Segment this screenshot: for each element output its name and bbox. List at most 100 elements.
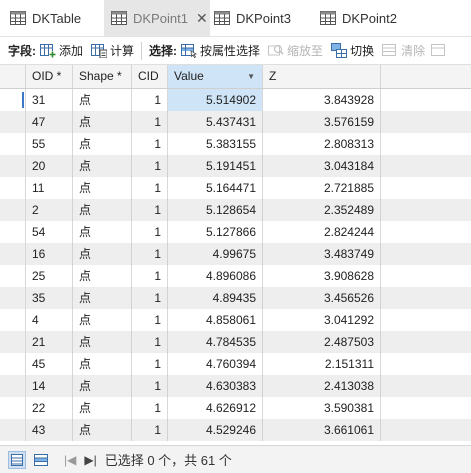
column-header-z[interactable]: Z — [263, 65, 381, 88]
cell-z[interactable]: 3.576159 — [263, 111, 381, 133]
cell-shape[interactable]: 点 — [73, 375, 132, 397]
cell-shape[interactable]: 点 — [73, 155, 132, 177]
cell-cid[interactable]: 1 — [132, 419, 168, 441]
select-by-attributes-button[interactable]: 按属性选择 — [181, 42, 260, 59]
cell-value[interactable]: 4.858061 — [168, 309, 263, 331]
cell-oid[interactable]: 22 — [26, 397, 73, 419]
table-row[interactable]: 25 点 1 4.896086 3.908628 — [0, 265, 471, 287]
cell-cid[interactable]: 1 — [132, 155, 168, 177]
table-row[interactable]: 55 点 1 5.383155 2.808313 — [0, 133, 471, 155]
cell-cid[interactable]: 1 — [132, 287, 168, 309]
cell-shape[interactable]: 点 — [73, 221, 132, 243]
cell-oid[interactable]: 31 — [26, 89, 73, 111]
cell-z[interactable]: 2.824244 — [263, 221, 381, 243]
cell-value[interactable]: 4.896086 — [168, 265, 263, 287]
cell-shape[interactable]: 点 — [73, 309, 132, 331]
table-row[interactable]: 45 点 1 4.760394 2.151311 — [0, 353, 471, 375]
cell-z[interactable]: 3.590381 — [263, 397, 381, 419]
cell-z[interactable]: 2.151311 — [263, 353, 381, 375]
row-selector[interactable] — [0, 243, 26, 265]
column-header-shape[interactable]: Shape * — [73, 65, 132, 88]
column-header-cid[interactable]: CID — [132, 65, 168, 88]
cell-cid[interactable]: 1 — [132, 177, 168, 199]
row-selector[interactable] — [0, 89, 26, 111]
cell-z[interactable]: 2.808313 — [263, 133, 381, 155]
cell-cid[interactable]: 1 — [132, 331, 168, 353]
cell-oid[interactable]: 21 — [26, 331, 73, 353]
cell-cid[interactable]: 1 — [132, 243, 168, 265]
cell-value[interactable]: 4.89435 — [168, 287, 263, 309]
table-row[interactable]: 47 点 1 5.437431 3.576159 — [0, 111, 471, 133]
table-row[interactable]: 21 点 1 4.784535 2.487503 — [0, 331, 471, 353]
cell-oid[interactable]: 20 — [26, 155, 73, 177]
cell-value[interactable]: 4.99675 — [168, 243, 263, 265]
cell-oid[interactable]: 11 — [26, 177, 73, 199]
cell-oid[interactable]: 14 — [26, 375, 73, 397]
cell-z[interactable]: 2.487503 — [263, 331, 381, 353]
tab-dkpoint3[interactable]: DKPoint3 — [214, 0, 291, 36]
cell-cid[interactable]: 1 — [132, 111, 168, 133]
tab-dkpoint2[interactable]: DKPoint2 — [320, 0, 397, 36]
show-selected-records-icon[interactable] — [32, 451, 50, 469]
cell-shape[interactable]: 点 — [73, 89, 132, 111]
cell-cid[interactable]: 1 — [132, 353, 168, 375]
cell-value[interactable]: 5.191451 — [168, 155, 263, 177]
cell-oid[interactable]: 47 — [26, 111, 73, 133]
cell-shape[interactable]: 点 — [73, 353, 132, 375]
cell-cid[interactable]: 1 — [132, 265, 168, 287]
cell-z[interactable]: 3.483749 — [263, 243, 381, 265]
cell-shape[interactable]: 点 — [73, 243, 132, 265]
cell-shape[interactable]: 点 — [73, 265, 132, 287]
row-selector[interactable] — [0, 331, 26, 353]
switch-selection-button[interactable]: 切换 — [331, 42, 374, 59]
row-selector[interactable] — [0, 353, 26, 375]
cell-z[interactable]: 2.721885 — [263, 177, 381, 199]
row-selector[interactable] — [0, 199, 26, 221]
table-row[interactable]: 31 点 1 5.514902 3.843928 — [0, 89, 471, 111]
tab-dkpoint1[interactable]: DKPoint1 ✕ — [104, 0, 210, 36]
show-all-records-icon[interactable] — [8, 450, 26, 469]
close-icon[interactable]: ✕ — [196, 10, 208, 27]
cell-oid[interactable]: 55 — [26, 133, 73, 155]
cell-cid[interactable]: 1 — [132, 89, 168, 111]
table-row[interactable]: 54 点 1 5.127866 2.824244 — [0, 221, 471, 243]
cell-oid[interactable]: 25 — [26, 265, 73, 287]
cell-oid[interactable]: 43 — [26, 419, 73, 441]
cell-cid[interactable]: 1 — [132, 133, 168, 155]
first-record-icon[interactable]: |◀ — [64, 453, 76, 467]
row-selector[interactable] — [0, 221, 26, 243]
table-row[interactable]: 2 点 1 5.128654 2.352489 — [0, 199, 471, 221]
row-selector[interactable] — [0, 111, 26, 133]
cell-cid[interactable]: 1 — [132, 309, 168, 331]
row-selector[interactable] — [0, 419, 26, 441]
last-record-icon[interactable]: ▶| — [84, 453, 96, 467]
table-row[interactable]: 14 点 1 4.630383 2.413038 — [0, 375, 471, 397]
cell-shape[interactable]: 点 — [73, 287, 132, 309]
cell-shape[interactable]: 点 — [73, 133, 132, 155]
cell-value[interactable]: 4.784535 — [168, 331, 263, 353]
cell-z[interactable]: 2.413038 — [263, 375, 381, 397]
table-row[interactable]: 20 点 1 5.191451 3.043184 — [0, 155, 471, 177]
row-selector[interactable] — [0, 155, 26, 177]
cell-shape[interactable]: 点 — [73, 331, 132, 353]
cell-value[interactable]: 5.514902 — [168, 89, 263, 111]
table-row[interactable]: 35 点 1 4.89435 3.456526 — [0, 287, 471, 309]
row-selector[interactable] — [0, 287, 26, 309]
row-selector[interactable] — [0, 375, 26, 397]
cell-value[interactable]: 4.630383 — [168, 375, 263, 397]
table-row[interactable]: 16 点 1 4.99675 3.483749 — [0, 243, 471, 265]
cell-value[interactable]: 4.529246 — [168, 419, 263, 441]
cell-oid[interactable]: 45 — [26, 353, 73, 375]
row-selector[interactable] — [0, 397, 26, 419]
cell-shape[interactable]: 点 — [73, 419, 132, 441]
cell-cid[interactable]: 1 — [132, 221, 168, 243]
row-selector[interactable] — [0, 177, 26, 199]
cell-value[interactable]: 5.164471 — [168, 177, 263, 199]
cell-oid[interactable]: 4 — [26, 309, 73, 331]
add-field-button[interactable]: 添加 — [40, 42, 83, 59]
calculate-field-button[interactable]: 计算 — [91, 42, 134, 59]
cell-z[interactable]: 3.456526 — [263, 287, 381, 309]
cell-z[interactable]: 2.352489 — [263, 199, 381, 221]
cell-value[interactable]: 5.128654 — [168, 199, 263, 221]
row-selector[interactable] — [0, 309, 26, 331]
